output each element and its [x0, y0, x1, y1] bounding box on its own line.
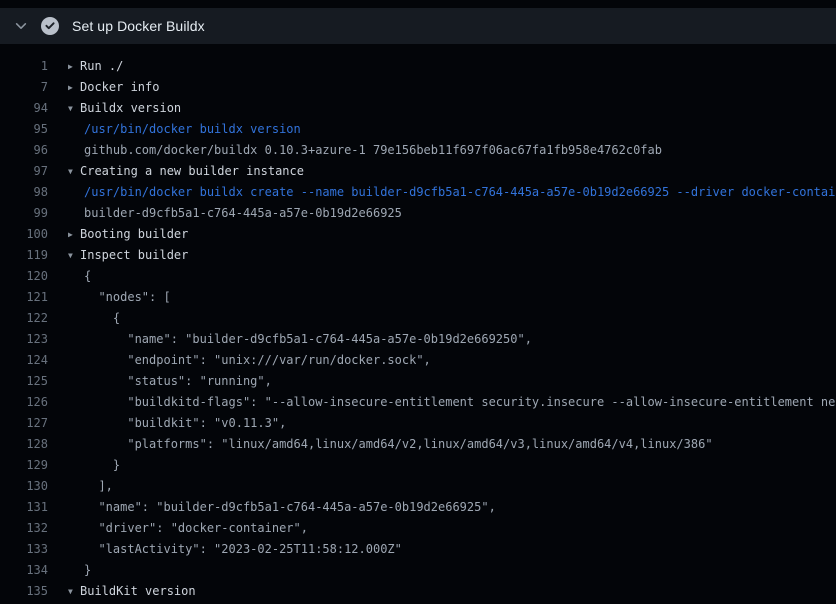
line-content: "status": "running", — [48, 371, 272, 392]
log-line: 98 /usr/bin/docker buildx create --name … — [0, 182, 836, 203]
group-expanded-arrow-icon: ▼ — [68, 245, 80, 266]
log-line: 123 "name": "builder-d9cfb5a1-c764-445a-… — [0, 329, 836, 350]
group-collapsed-arrow-icon: ▶ — [68, 77, 80, 98]
log-line: 132 "driver": "docker-container", — [0, 518, 836, 539]
log-line: 125 "status": "running", — [0, 371, 836, 392]
log-line[interactable]: 135 ▼BuildKit version — [0, 581, 836, 602]
line-number[interactable]: 97 — [0, 161, 48, 182]
line-number[interactable]: 135 — [0, 581, 48, 602]
line-number[interactable]: 132 — [0, 518, 48, 539]
line-content[interactable]: ▼Creating a new builder instance — [48, 161, 304, 182]
step-title: Set up Docker Buildx — [72, 18, 205, 34]
line-number[interactable]: 119 — [0, 245, 48, 266]
group-collapsed-arrow-icon: ▶ — [68, 224, 80, 245]
log-line[interactable]: 1 ▶Run ./ — [0, 56, 836, 77]
log-line: 126 "buildkitd-flags": "--allow-insecure… — [0, 392, 836, 413]
line-content: "name": "builder-d9cfb5a1-c764-445a-a57e… — [48, 329, 532, 350]
check-circle-icon — [41, 17, 59, 35]
chevron-down-icon[interactable] — [14, 19, 28, 33]
line-content: "buildkitd-flags": "--allow-insecure-ent… — [48, 392, 836, 413]
line-number[interactable]: 123 — [0, 329, 48, 350]
group-expanded-arrow-icon: ▼ — [68, 581, 80, 602]
line-number[interactable]: 126 — [0, 392, 48, 413]
line-number[interactable]: 94 — [0, 98, 48, 119]
line-content: "endpoint": "unix:///var/run/docker.sock… — [48, 350, 431, 371]
log-line: 99 builder-d9cfb5a1-c764-445a-a57e-0b19d… — [0, 203, 836, 224]
log-line: 128 "platforms": "linux/amd64,linux/amd6… — [0, 434, 836, 455]
step-header[interactable]: Set up Docker Buildx — [0, 8, 836, 44]
log-line[interactable]: 119 ▼Inspect builder — [0, 245, 836, 266]
group-collapsed-arrow-icon: ▶ — [68, 56, 80, 77]
line-number[interactable]: 122 — [0, 308, 48, 329]
line-content[interactable]: ▶Run ./ — [48, 56, 123, 77]
log-line: 129 } — [0, 455, 836, 476]
line-content: } — [48, 455, 120, 476]
log-line: 131 "name": "builder-d9cfb5a1-c764-445a-… — [0, 497, 836, 518]
line-number[interactable]: 125 — [0, 371, 48, 392]
log-line: 127 "buildkit": "v0.11.3", — [0, 413, 836, 434]
line-number[interactable]: 129 — [0, 455, 48, 476]
line-content[interactable]: ▼BuildKit version — [48, 581, 196, 602]
line-content: github.com/docker/buildx 0.10.3+azure-1 … — [48, 140, 662, 161]
line-content[interactable]: ▼Inspect builder — [48, 245, 188, 266]
line-content: "nodes": [ — [48, 287, 171, 308]
line-content: /usr/bin/docker buildx create --name bui… — [48, 182, 836, 203]
line-content[interactable]: ▼Buildx version — [48, 98, 181, 119]
line-content: { — [48, 266, 91, 287]
line-content: "buildkit": "v0.11.3", — [48, 413, 286, 434]
log-line[interactable]: 97 ▼Creating a new builder instance — [0, 161, 836, 182]
line-number[interactable]: 127 — [0, 413, 48, 434]
line-content: "name": "builder-d9cfb5a1-c764-445a-a57e… — [48, 497, 496, 518]
log-line: 134 } — [0, 560, 836, 581]
line-content: builder-d9cfb5a1-c764-445a-a57e-0b19d2e6… — [48, 203, 402, 224]
group-expanded-arrow-icon: ▼ — [68, 161, 80, 182]
line-number[interactable]: 95 — [0, 119, 48, 140]
line-content: /usr/bin/docker buildx version — [48, 119, 301, 140]
line-number[interactable]: 98 — [0, 182, 48, 203]
line-content[interactable]: ▶Docker info — [48, 77, 159, 98]
line-content: { — [48, 308, 120, 329]
line-number[interactable]: 134 — [0, 560, 48, 581]
line-number[interactable]: 96 — [0, 140, 48, 161]
log-line[interactable]: 100 ▶Booting builder — [0, 224, 836, 245]
log-line: 120 { — [0, 266, 836, 287]
log-line[interactable]: 94 ▼Buildx version — [0, 98, 836, 119]
line-number[interactable]: 100 — [0, 224, 48, 245]
log-line: 124 "endpoint": "unix:///var/run/docker.… — [0, 350, 836, 371]
line-content: "platforms": "linux/amd64,linux/amd64/v2… — [48, 434, 713, 455]
line-number[interactable]: 121 — [0, 287, 48, 308]
line-number[interactable]: 99 — [0, 203, 48, 224]
line-number[interactable]: 131 — [0, 497, 48, 518]
log-line: 121 "nodes": [ — [0, 287, 836, 308]
line-number[interactable]: 128 — [0, 434, 48, 455]
log-line: 95 /usr/bin/docker buildx version — [0, 119, 836, 140]
line-content[interactable]: ▶Booting builder — [48, 224, 188, 245]
log-viewer: 1 ▶Run ./ 7 ▶Docker info 94 ▼Buildx vers… — [0, 44, 836, 604]
line-content: } — [48, 560, 91, 581]
line-content: "lastActivity": "2023-02-25T11:58:12.000… — [48, 539, 402, 560]
line-number[interactable]: 120 — [0, 266, 48, 287]
log-line: 133 "lastActivity": "2023-02-25T11:58:12… — [0, 539, 836, 560]
log-line[interactable]: 7 ▶Docker info — [0, 77, 836, 98]
log-line: 96 github.com/docker/buildx 0.10.3+azure… — [0, 140, 836, 161]
line-number[interactable]: 1 — [0, 56, 48, 77]
line-content: ], — [48, 476, 113, 497]
line-number[interactable]: 124 — [0, 350, 48, 371]
line-content: "driver": "docker-container", — [48, 518, 308, 539]
log-line: 122 { — [0, 308, 836, 329]
line-number[interactable]: 130 — [0, 476, 48, 497]
line-number[interactable]: 133 — [0, 539, 48, 560]
group-expanded-arrow-icon: ▼ — [68, 98, 80, 119]
line-number[interactable]: 7 — [0, 77, 48, 98]
log-line: 130 ], — [0, 476, 836, 497]
